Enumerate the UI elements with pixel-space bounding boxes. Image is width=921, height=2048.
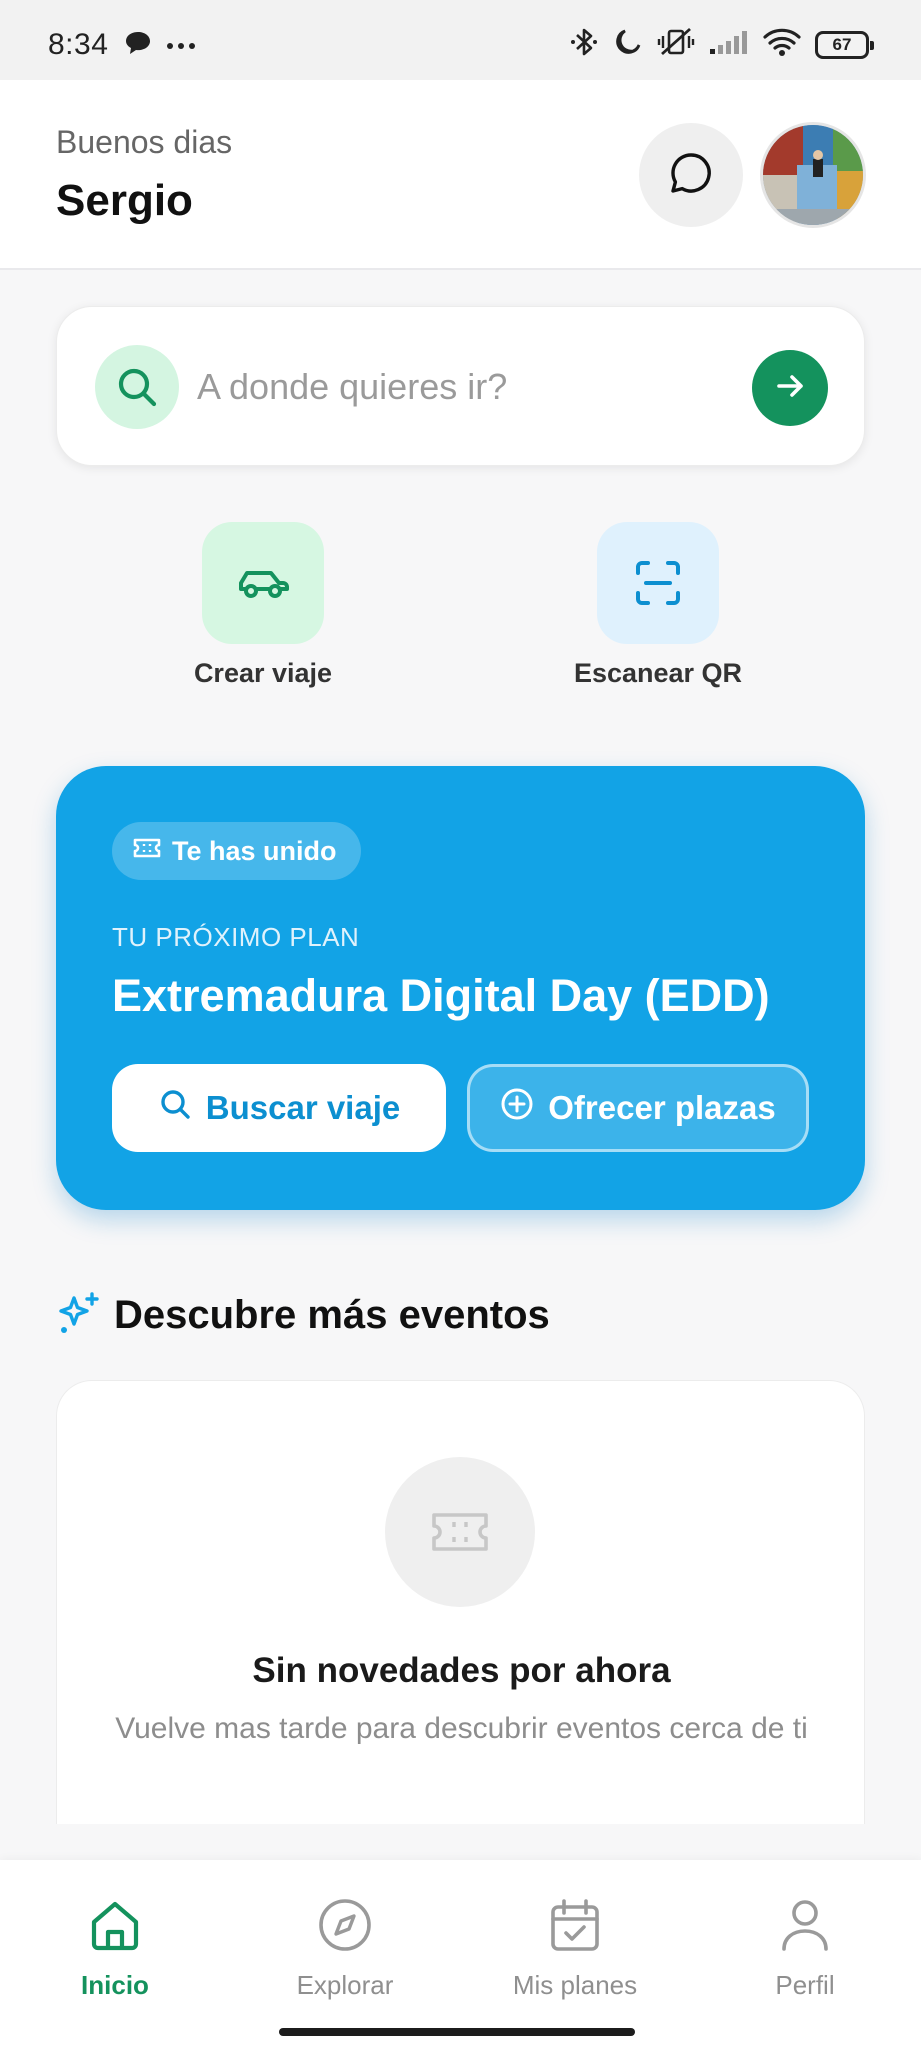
scan-qr-action[interactable]: Escanear QR: [558, 522, 758, 689]
nav-item-profile[interactable]: Perfil: [705, 1894, 905, 2001]
status-bar: 8:34 67: [0, 0, 921, 80]
search-icon: [158, 1087, 192, 1129]
avatar[interactable]: [760, 122, 866, 228]
calendar-check-icon: [475, 1894, 675, 1956]
wifi-icon: [763, 27, 801, 62]
find-trip-button[interactable]: Buscar viaje: [112, 1064, 446, 1152]
battery-icon: 67: [815, 30, 874, 59]
empty-title: Sin novedades por ahora: [252, 1651, 671, 1690]
chat-icon: [667, 149, 715, 202]
user-name: Sergio: [56, 176, 193, 225]
create-trip-label: Crear viaje: [193, 658, 333, 688]
ticket-icon: [132, 836, 162, 867]
moon-icon: [613, 27, 643, 62]
search-bar[interactable]: [56, 306, 865, 466]
find-trip-label: Buscar viaje: [205, 1089, 401, 1126]
nav-item-explore[interactable]: Explorar: [245, 1894, 445, 2001]
home-icon: [15, 1894, 215, 1956]
messages-button[interactable]: [639, 123, 743, 227]
search-icon: [95, 345, 179, 429]
plan-kicker: TU PRÓXIMO PLAN: [112, 922, 360, 952]
search-input[interactable]: [197, 357, 737, 417]
app-header: Buenos dias Sergio: [0, 80, 921, 270]
events-empty-state: Sin novedades por ahora Vuelve mas tarde…: [56, 1380, 865, 1824]
scan-icon: [597, 522, 719, 644]
search-go-button[interactable]: [752, 350, 828, 426]
next-plan-card[interactable]: Te has unido TU PRÓXIMO PLAN Extremadura…: [56, 766, 865, 1210]
nav-item-home[interactable]: Inicio: [15, 1894, 215, 2001]
vibrate-off-icon: [657, 26, 695, 63]
more-dots-icon: [166, 37, 196, 55]
nav-label-home: Inicio: [81, 1970, 149, 2000]
joined-badge-label: Te has unido: [172, 835, 337, 866]
home-indicator[interactable]: [279, 2028, 635, 2036]
empty-ticket-icon: [385, 1457, 535, 1607]
empty-subtitle: Vuelve mas tarde para descubrir eventos …: [115, 1712, 808, 1745]
signal-icon: [709, 29, 749, 60]
discover-title: Descubre más eventos: [114, 1293, 550, 1337]
nav-item-my-plans[interactable]: Mis planes: [475, 1894, 675, 2001]
greeting-text: Buenos dias: [56, 124, 233, 160]
nav-label-profile: Perfil: [775, 1970, 835, 2000]
offer-seats-label: Ofrecer plazas: [548, 1089, 776, 1126]
arrow-right-icon: [772, 368, 808, 409]
create-trip-action[interactable]: Crear viaje: [163, 522, 363, 689]
chat-bubble-icon: [124, 30, 152, 61]
scan-qr-label: Escanear QR: [573, 658, 743, 688]
user-icon: [705, 1894, 905, 1956]
car-icon: [202, 522, 324, 644]
status-time: 8:34: [48, 28, 109, 61]
offer-seats-button[interactable]: Ofrecer plazas: [467, 1064, 809, 1152]
sparkles-icon: [56, 1290, 102, 1341]
nav-label-explore: Explorar: [296, 1970, 394, 2000]
bluetooth-icon: [569, 26, 599, 63]
compass-icon: [245, 1894, 445, 1956]
nav-label-my-plans: Mis planes: [512, 1970, 638, 2000]
bottom-nav: Inicio Explorar Mis planes Perfil: [0, 1860, 921, 2048]
joined-badge: Te has unido: [112, 822, 361, 880]
plan-title: Extremadura Digital Day (EDD): [112, 970, 770, 1021]
discover-header: Descubre más eventos: [56, 1290, 550, 1341]
plus-circle-icon: [500, 1087, 534, 1129]
